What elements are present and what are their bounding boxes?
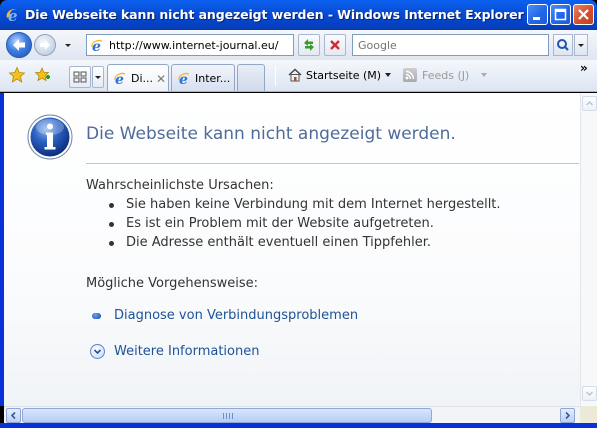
title-bar[interactable]: e Die Webseite kann nicht angezeigt werd… — [0, 0, 597, 30]
recent-pages-dropdown-icon[interactable] — [62, 39, 74, 51]
tab-close-icon[interactable]: ✕ — [156, 72, 166, 86]
chevron-left-icon — [10, 411, 16, 420]
tab-and-command-bar: e Di... ✕ e Inter... Startseite (M) Feed… — [0, 60, 597, 92]
minimize-icon — [533, 17, 540, 20]
scroll-left-button[interactable] — [6, 408, 21, 423]
tab-label: Di... — [131, 72, 153, 85]
chevron-down-icon — [95, 76, 101, 79]
search-bar[interactable] — [352, 34, 549, 56]
expand-more-info-button[interactable] — [90, 344, 105, 359]
cause-text: Es ist ein Problem mit der Website aufge… — [126, 216, 434, 231]
cause-text: Sie haben keine Verbindung mit dem Inter… — [126, 197, 501, 212]
chevron-down-icon — [578, 44, 584, 47]
forward-button[interactable] — [34, 34, 56, 56]
tab-list-dropdown-button[interactable] — [92, 66, 104, 88]
navigation-bar: e http://www.internet-journal.eu/ — [0, 30, 597, 60]
scroll-thumb[interactable] — [22, 408, 432, 423]
bullet-icon — [109, 241, 114, 246]
svg-text:e: e — [8, 7, 18, 24]
scroll-down-button[interactable] — [582, 386, 597, 401]
maximize-button[interactable] — [550, 4, 571, 25]
search-button[interactable] — [553, 34, 573, 56]
feeds-icon[interactable] — [403, 68, 417, 82]
magnifier-icon — [557, 39, 569, 51]
scroll-right-button[interactable] — [560, 408, 575, 423]
stop-x-icon — [330, 40, 340, 50]
window-title: Die Webseite kann nicht angezeigt werden… — [25, 7, 524, 22]
scroll-grip — [223, 413, 233, 419]
maximize-icon — [554, 8, 567, 21]
add-favorite-icon[interactable] — [34, 66, 52, 84]
tab-internet[interactable]: e Inter... — [171, 64, 235, 91]
chevron-down-icon — [586, 391, 593, 396]
page-content: Die Webseite kann nicht angezeigt werden… — [0, 93, 580, 406]
page-icon: e — [178, 72, 190, 86]
rss-icon — [405, 70, 415, 80]
address-input[interactable]: http://www.internet-journal.eu/ — [109, 39, 278, 52]
minimize-button[interactable] — [527, 4, 548, 25]
stop-button[interactable] — [324, 34, 346, 56]
home-button-label[interactable]: Startseite (M) — [306, 69, 381, 82]
chevron-right-icon — [565, 411, 571, 420]
toolbar-separator — [275, 66, 276, 86]
grid-icon — [73, 71, 87, 83]
title-divider — [86, 163, 579, 164]
bullet-icon — [109, 203, 114, 208]
favorites-star-icon[interactable] — [8, 66, 26, 84]
causes-list: Sie haben keine Verbindung mit dem Inter… — [108, 197, 501, 254]
scrollbar-corner — [580, 406, 597, 423]
arrow-left-icon — [13, 39, 25, 51]
vertical-scrollbar[interactable] — [580, 93, 597, 406]
search-options-button[interactable] — [574, 34, 588, 56]
tab-error-page[interactable]: e Di... ✕ — [107, 64, 169, 91]
chevron-down-icon[interactable] — [384, 71, 392, 79]
information-icon — [27, 114, 73, 160]
tab-label: Inter... — [195, 72, 231, 85]
quick-tabs-button[interactable] — [69, 66, 91, 88]
list-item: Es ist ein Problem mit der Website aufge… — [108, 216, 501, 235]
more-information-link[interactable]: Weitere Informationen — [114, 344, 259, 359]
page-icon: e — [91, 39, 103, 53]
scroll-up-button[interactable] — [582, 96, 597, 111]
bullet-icon — [109, 222, 114, 227]
close-button[interactable] — [573, 4, 594, 25]
refresh-button[interactable] — [298, 34, 320, 56]
list-item: Sie haben keine Verbindung mit dem Inter… — [108, 197, 501, 216]
diagnose-connection-link[interactable]: Diagnose von Verbindungsproblemen — [114, 308, 358, 323]
home-icon[interactable] — [287, 67, 303, 83]
page-title: Die Webseite kann nicht angezeigt werden… — [86, 124, 456, 144]
close-icon — [578, 9, 589, 20]
arrow-right-icon — [40, 40, 50, 50]
internet-explorer-icon: e — [6, 7, 19, 24]
link-bullet-icon — [92, 313, 101, 319]
address-bar[interactable]: e http://www.internet-journal.eu/ — [86, 34, 376, 56]
list-item: Die Adresse enthält eventuell einen Tipp… — [108, 235, 501, 254]
window-frame-bottom — [0, 423, 597, 428]
more-commands-chevron-icon[interactable]: » — [580, 61, 588, 75]
back-button[interactable] — [6, 32, 32, 58]
page-icon: e — [114, 72, 126, 86]
chevron-up-icon — [586, 101, 593, 106]
refresh-icon — [304, 39, 314, 51]
actions-heading: Mögliche Vorgehensweise: — [86, 276, 259, 291]
new-tab-button[interactable] — [237, 64, 265, 91]
chevron-down-icon[interactable] — [480, 71, 488, 79]
search-input[interactable] — [353, 35, 548, 55]
horizontal-scrollbar[interactable] — [4, 406, 580, 423]
cause-text: Die Adresse enthält eventuell einen Tipp… — [126, 235, 431, 250]
chevron-down-icon — [93, 349, 102, 355]
causes-heading: Wahrscheinlichste Ursachen: — [86, 178, 274, 193]
feeds-button-label[interactable]: Feeds (J) — [422, 69, 469, 82]
